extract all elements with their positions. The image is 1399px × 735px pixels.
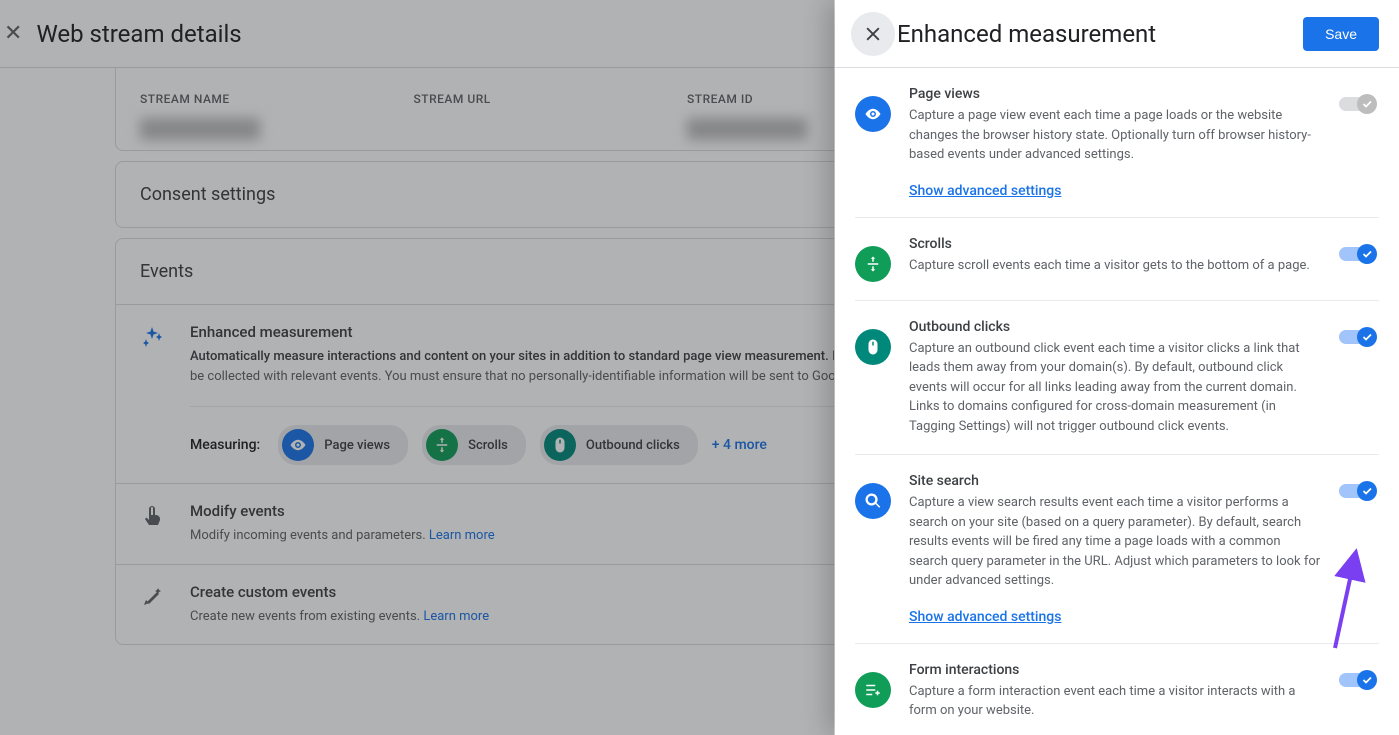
option-desc: Capture a form interaction event each ti… xyxy=(909,682,1321,721)
page-title: Web stream details xyxy=(36,20,241,48)
modify-events-desc: Modify incoming events and parameters. xyxy=(190,528,429,543)
sparkle-icon xyxy=(140,325,164,349)
option-scrolls: Scrolls Capture scroll events each time a… xyxy=(855,218,1379,301)
enhanced-measurement-bold: Automatically measure interactions and c… xyxy=(190,349,829,364)
close-icon[interactable]: ✕ xyxy=(0,21,36,46)
option-title: Form interactions xyxy=(909,662,1321,678)
option-desc: Capture scroll events each time a visito… xyxy=(909,256,1321,276)
option-desc: Capture a view search results event each… xyxy=(909,493,1321,591)
page_views-icon xyxy=(855,96,891,132)
stream-url-value xyxy=(414,118,424,140)
form_interactions-icon xyxy=(855,672,891,708)
pill-outbound-clicks: Outbound clicks xyxy=(540,425,698,465)
pill-page-views: Page views xyxy=(278,425,408,465)
show-advanced-settings-link[interactable]: Show advanced settings xyxy=(909,609,1061,625)
stream-url-label: STREAM URL xyxy=(414,92,688,106)
option-title: Scrolls xyxy=(909,236,1321,252)
show-advanced-settings-link[interactable]: Show advanced settings xyxy=(909,183,1061,199)
option-desc: Capture a page view event each time a pa… xyxy=(909,106,1321,165)
tap-icon xyxy=(140,504,164,528)
outbound_clicks-toggle[interactable] xyxy=(1339,327,1379,347)
learn-more-link[interactable]: Learn more xyxy=(423,609,489,624)
option-title: Outbound clicks xyxy=(909,319,1321,335)
stream-name-label: STREAM NAME xyxy=(140,92,414,106)
create-custom-events-desc: Create new events from existing events. xyxy=(190,609,423,624)
site_search-toggle[interactable] xyxy=(1339,481,1379,501)
scrolls-icon xyxy=(855,246,891,282)
form_interactions-toggle[interactable] xyxy=(1339,670,1379,690)
pill-label: Outbound clicks xyxy=(586,438,680,453)
scrolls-toggle[interactable] xyxy=(1339,244,1379,264)
scroll-icon xyxy=(426,429,458,461)
panel-body: Page views Capture a page view event each… xyxy=(835,68,1399,735)
close-panel-button[interactable] xyxy=(851,12,895,56)
consent-settings-label: Consent settings xyxy=(140,184,275,205)
outbound_clicks-icon xyxy=(855,329,891,365)
option-outbound_clicks: Outbound clicks Capture an outbound click… xyxy=(855,301,1379,456)
panel-title: Enhanced measurement xyxy=(897,20,1303,48)
measuring-label: Measuring: xyxy=(190,437,260,453)
option-page_views: Page views Capture a page view event each… xyxy=(855,68,1379,218)
site_search-icon xyxy=(855,483,891,519)
more-pills-link[interactable]: + 4 more xyxy=(712,437,767,453)
option-desc: Capture an outbound click event each tim… xyxy=(909,339,1321,437)
option-site_search: Site search Capture a view search results… xyxy=(855,455,1379,644)
page_views-toggle xyxy=(1339,94,1379,114)
save-button[interactable]: Save xyxy=(1303,17,1379,51)
option-title: Site search xyxy=(909,473,1321,489)
pill-label: Scrolls xyxy=(468,438,508,453)
pill-label: Page views xyxy=(324,438,390,453)
option-title: Page views xyxy=(909,86,1321,102)
pill-scrolls: Scrolls xyxy=(422,425,526,465)
option-form_interactions: Form interactions Capture a form interact… xyxy=(855,644,1379,735)
eye-icon xyxy=(282,429,314,461)
stream-name-value xyxy=(140,118,260,140)
learn-more-link[interactable]: Learn more xyxy=(429,528,495,543)
mouse-icon xyxy=(544,429,576,461)
wand-icon xyxy=(140,585,164,609)
stream-id-value xyxy=(687,118,807,140)
enhanced-measurement-panel: Enhanced measurement Save Page views Capt… xyxy=(835,0,1399,735)
